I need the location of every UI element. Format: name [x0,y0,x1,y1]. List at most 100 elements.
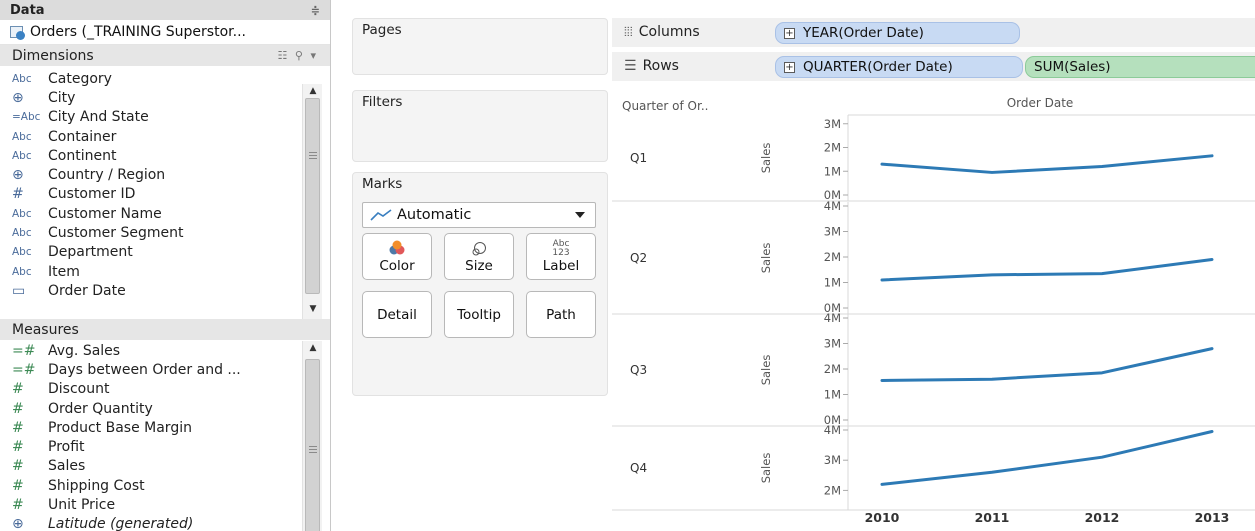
measure-name: Latitude (generated) [48,516,194,531]
calendar-icon: ▭ [12,282,26,299]
x-tick-label-year: 2013 [1195,510,1230,525]
pill-label: QUARTER(Order Date) [803,59,953,75]
expand-plus-icon[interactable]: + [784,61,795,73]
dimension-name: Container [48,128,117,145]
scroll-up-arrow[interactable]: ▲ [307,343,319,353]
color-button[interactable]: Color [362,233,432,280]
sales-line-q2[interactable] [880,258,1214,282]
x-tick-label-year: 2011 [975,510,1010,525]
rows-shelf[interactable]: ☰ Rows + QUARTER(Order Date) SUM(Sales) [612,52,1255,82]
y-tick-label: 3M [824,337,841,351]
dimension-field[interactable]: =Abc City And State [0,108,330,127]
cards-pane: Pages Filters Marks Automatic Color Size… [342,0,612,531]
dimension-field[interactable]: Abc Container [0,127,330,146]
dimension-field[interactable]: Abc Item [0,262,330,281]
label-button[interactable]: Abc 123 Label [526,233,596,280]
string-type-icon: Abc [12,227,32,240]
datasource-item[interactable]: Orders (_TRAINING Superstor... [0,20,330,45]
line-chart-icon [370,209,392,221]
number-type-icon: # [12,186,24,203]
sales-line-q3[interactable] [880,347,1214,382]
sales-line-q4[interactable] [880,430,1214,486]
path-label: Path [546,306,576,323]
y-tick-label: 2M [824,250,841,264]
globe-icon: ⊕ [12,516,24,531]
measure-field[interactable]: =# Days between Order and ... [0,360,330,379]
x-tick-label-year: 2010 [865,510,900,525]
dimension-name: City And State [48,109,149,126]
datasource-name: Orders (_TRAINING Superstor... [30,24,246,40]
mark-type-dropdown[interactable]: Automatic [362,202,596,228]
scroll-up-arrow[interactable]: ▲ [307,86,319,96]
search-icon[interactable]: ⚲ [295,49,305,62]
rows-pill-sum-sales[interactable]: SUM(Sales) [1025,56,1255,78]
y-tick-label: 1M [824,388,841,402]
sales-line-q1[interactable] [880,154,1214,174]
measure-field[interactable]: # Profit [0,437,330,456]
measures-scrollbar[interactable]: ▲ [302,341,322,531]
dimensions-scrollbar[interactable]: ▲ ▼ [302,84,322,320]
columns-shelf[interactable]: ⦙⦙⦙ Columns + YEAR(Order Date) [612,18,1255,48]
detail-button[interactable]: Detail [362,291,432,338]
columns-icon: ⦙⦙⦙ [624,24,633,40]
tooltip-button[interactable]: Tooltip [444,291,514,338]
measure-field[interactable]: # Sales [0,457,330,476]
rows-pill-quarter-order-date[interactable]: + QUARTER(Order Date) [775,56,1023,78]
measure-name: Profit [48,439,85,456]
measure-field[interactable]: # Unit Price [0,495,330,514]
measure-field[interactable]: ⊕ Latitude (generated) [0,515,330,531]
columns-pill-year-order-date[interactable]: + YEAR(Order Date) [775,22,1020,44]
scroll-down-arrow[interactable]: ▼ [307,304,319,314]
size-button[interactable]: Size [444,233,514,280]
measures-header: Measures [0,319,330,340]
y-tick-label: 4M [824,199,841,213]
number-type-icon: # [12,458,24,475]
measure-field[interactable]: =# Avg. Sales [0,341,330,360]
dimension-field[interactable]: ⊕ Country / Region [0,165,330,184]
measures-scroll-thumb[interactable] [305,359,320,531]
data-pane: Data ≑ Orders (_TRAINING Superstor... Di… [0,0,331,531]
y-tick-label: 3M [824,453,841,467]
path-button[interactable]: Path [526,291,596,338]
y-tick-label: 4M [824,311,841,325]
y-tick-label: 3M [824,117,841,131]
sales-axis-title: Sales [759,453,773,484]
pane-menu-icon[interactable]: ≑ [311,4,320,17]
dimension-field[interactable]: Abc Department [0,243,330,262]
measure-field[interactable]: # Order Quantity [0,399,330,418]
dimensions-scroll-thumb[interactable] [305,98,320,294]
chevron-down-icon[interactable]: ▾ [310,49,318,62]
list-view-icon[interactable]: ☷ [278,49,290,62]
expand-plus-icon[interactable]: + [784,27,795,39]
dimension-name: Customer Name [48,205,162,222]
measure-field[interactable]: # Product Base Margin [0,418,330,437]
y-tick-label: 1M [824,164,841,178]
dimension-field[interactable]: Abc Continent [0,146,330,165]
dimension-field[interactable]: ▭ Order Date [0,281,330,300]
measure-name: Shipping Cost [48,477,145,494]
measure-name: Product Base Margin [48,419,192,436]
dimension-field[interactable]: Abc Customer Segment [0,223,330,242]
rows-label-text: Rows [642,58,679,74]
mark-type-value: Automatic [397,207,472,223]
dimension-field[interactable]: Abc Category [0,69,330,88]
filters-card[interactable]: Filters [352,90,608,162]
dimension-field[interactable]: ⊕ City [0,88,330,107]
measure-field[interactable]: # Shipping Cost [0,476,330,495]
rows-icon: ☰ [624,58,637,74]
pages-card[interactable]: Pages [352,18,608,75]
quarter-label: Q4 [630,461,647,475]
dimension-field[interactable]: Abc Customer Name [0,204,330,223]
color-label: Color [379,257,415,274]
dimension-name: Customer Segment [48,225,184,242]
pill-label: YEAR(Order Date) [803,25,924,41]
dimension-field[interactable]: # Customer ID [0,185,330,204]
dimensions-list: Abc Category ⊕ City =Abc City And State Abc Con… [0,66,330,300]
number-type-icon: # [12,381,24,398]
y-tick-label: 2M [824,483,841,497]
dimensions-header: Dimensions ☷ ⚲ ▾ [0,45,330,66]
viz-canvas[interactable]: Quarter of Or.. Order Date Q1 Sales0M1M2M… [612,90,1255,531]
measure-field[interactable]: # Discount [0,380,330,399]
dimension-name: Country / Region [48,167,166,184]
string-type-icon: Abc [12,72,32,85]
